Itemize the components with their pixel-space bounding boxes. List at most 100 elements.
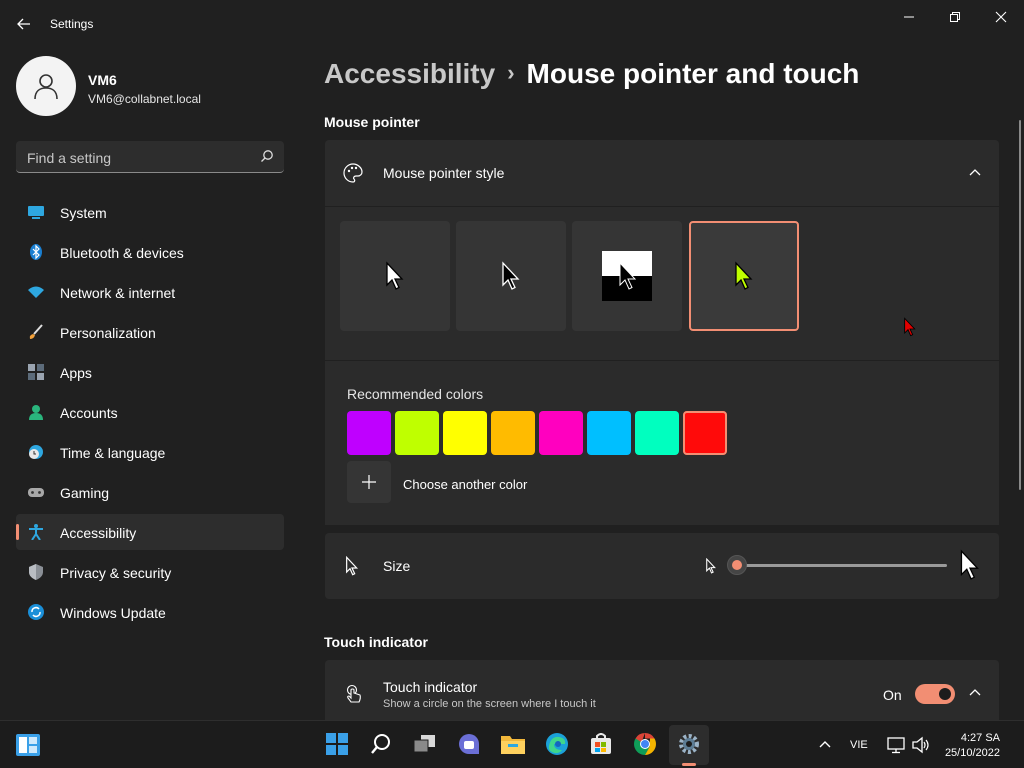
color-swatch[interactable] xyxy=(587,411,631,455)
inverted-preview xyxy=(602,251,652,301)
chevron-up-icon[interactable] xyxy=(812,732,838,758)
pointer-style-options xyxy=(325,207,999,360)
edge-icon[interactable] xyxy=(544,731,570,757)
search-input[interactable]: Find a setting xyxy=(16,141,284,173)
color-swatch[interactable] xyxy=(443,411,487,455)
sidebar-item-label: Windows Update xyxy=(60,605,166,621)
bluetooth-icon xyxy=(28,244,44,260)
system-clock[interactable]: 4:27 SA 25/10/2022 xyxy=(940,731,1000,761)
title-bar: Settings xyxy=(0,0,1024,48)
network-icon[interactable] xyxy=(884,732,910,758)
search-icon[interactable] xyxy=(260,149,274,168)
store-icon[interactable] xyxy=(588,731,614,757)
breadcrumb-parent[interactable]: Accessibility xyxy=(324,58,495,89)
size-slider-track[interactable] xyxy=(737,564,947,567)
plus-icon xyxy=(362,475,376,489)
chevron-up-icon[interactable] xyxy=(969,166,981,184)
touch-indicator-card[interactable]: Touch indicator Show a circle on the scr… xyxy=(325,660,999,720)
person-icon xyxy=(34,74,58,100)
sidebar-item-network[interactable]: Network & internet xyxy=(16,274,284,310)
chrome-icon[interactable] xyxy=(632,731,658,757)
color-swatch[interactable] xyxy=(683,411,727,455)
search-icon[interactable] xyxy=(368,731,394,757)
sidebar-item-accounts[interactable]: Accounts xyxy=(16,394,284,430)
sidebar-item-accessibility[interactable]: Accessibility xyxy=(16,514,284,550)
color-swatch[interactable] xyxy=(395,411,439,455)
mouse-pointer-style-header[interactable]: Mouse pointer style xyxy=(325,140,999,206)
pointer-style-white[interactable] xyxy=(340,221,450,331)
recommended-colors-panel: Recommended colors Choose another color xyxy=(325,361,999,525)
input-language-indicator[interactable]: VIE xyxy=(850,739,868,751)
windows-start-icon[interactable] xyxy=(324,731,350,757)
settings-icon[interactable] xyxy=(676,731,702,757)
section-title-mouse-pointer: Mouse pointer xyxy=(324,114,420,130)
sidebar-item-privacy-security[interactable]: Privacy & security xyxy=(16,554,284,590)
mouse-pointer-style-card: Mouse pointer style Recommended colors C… xyxy=(325,140,999,526)
close-icon[interactable] xyxy=(978,4,1024,30)
shield-icon xyxy=(28,564,44,580)
volume-icon[interactable] xyxy=(908,732,934,758)
sidebar-item-personalization[interactable]: Personalization xyxy=(16,314,284,350)
avatar xyxy=(16,56,76,116)
file-explorer-icon[interactable] xyxy=(500,731,526,757)
person-icon xyxy=(28,404,44,420)
breadcrumb-separator: › xyxy=(507,60,515,85)
mouse-pointer-style-label: Mouse pointer style xyxy=(383,165,505,181)
sidebar-item-label: System xyxy=(60,205,107,221)
sidebar-item-bluetooth[interactable]: Bluetooth & devices xyxy=(16,234,284,270)
size-slider-thumb[interactable] xyxy=(727,555,747,575)
sidebar-item-label: Bluetooth & devices xyxy=(60,245,184,261)
recommended-colors-label: Recommended colors xyxy=(347,386,484,402)
cursor-icon xyxy=(619,261,637,290)
large-cursor-icon xyxy=(959,549,981,586)
choose-another-color-label[interactable]: Choose another color xyxy=(403,477,527,492)
mouse-cursor-icon xyxy=(904,317,916,337)
sidebar-nav: System Bluetooth & devices Network & int… xyxy=(16,194,284,634)
update-icon xyxy=(28,604,44,620)
taskbar: VIE 4:27 SA 25/10/2022 xyxy=(0,720,1024,768)
breadcrumb: Accessibility › Mouse pointer and touch xyxy=(324,58,859,90)
add-color-button[interactable] xyxy=(347,461,391,503)
pointer-style-inverted[interactable] xyxy=(572,221,682,331)
sidebar-item-windows-update[interactable]: Windows Update xyxy=(16,594,284,630)
active-app-indicator xyxy=(682,763,696,766)
small-cursor-icon xyxy=(705,557,717,579)
color-swatch[interactable] xyxy=(347,411,391,455)
brush-icon xyxy=(28,324,44,340)
chevron-up-icon[interactable] xyxy=(969,686,981,704)
pointer-style-custom[interactable] xyxy=(689,221,799,331)
section-title-touch-indicator: Touch indicator xyxy=(324,634,428,650)
accessibility-icon xyxy=(28,524,44,541)
pointer-style-black[interactable] xyxy=(456,221,566,331)
apps-icon xyxy=(28,364,44,380)
sidebar-item-time-language[interactable]: Time & language xyxy=(16,434,284,470)
app-title: Settings xyxy=(50,17,94,31)
sidebar-item-label: Privacy & security xyxy=(60,565,172,581)
globe-clock-icon xyxy=(28,444,44,460)
touch-indicator-toggle[interactable] xyxy=(915,684,955,704)
widgets-icon[interactable] xyxy=(15,732,41,758)
sidebar-item-system[interactable]: System xyxy=(16,194,284,230)
search-placeholder: Find a setting xyxy=(27,150,112,166)
page-title: Mouse pointer and touch xyxy=(526,58,860,89)
color-swatch[interactable] xyxy=(635,411,679,455)
user-email: VM6@collabnet.local xyxy=(88,92,201,106)
sidebar-item-label: Personalization xyxy=(60,325,156,341)
pointer-size-card: Size xyxy=(325,533,999,599)
sidebar-item-gaming[interactable]: Gaming xyxy=(16,474,284,510)
restore-icon[interactable] xyxy=(932,4,978,30)
monitor-icon xyxy=(28,204,44,220)
size-label: Size xyxy=(383,558,411,574)
scrollbar[interactable] xyxy=(1019,120,1021,490)
user-profile[interactable]: VM6 VM6@collabnet.local xyxy=(16,56,286,118)
sidebar-item-apps[interactable]: Apps xyxy=(16,354,284,390)
wifi-icon xyxy=(28,284,44,300)
color-swatch[interactable] xyxy=(539,411,583,455)
back-arrow-icon[interactable] xyxy=(14,14,34,34)
chat-icon[interactable] xyxy=(456,731,482,757)
clock-date: 25/10/2022 xyxy=(944,747,1000,759)
minimize-icon[interactable] xyxy=(886,4,932,30)
color-swatch[interactable] xyxy=(491,411,535,455)
touch-indicator-description: Show a circle on the screen where I touc… xyxy=(383,698,596,710)
task-view-icon[interactable] xyxy=(412,731,438,757)
